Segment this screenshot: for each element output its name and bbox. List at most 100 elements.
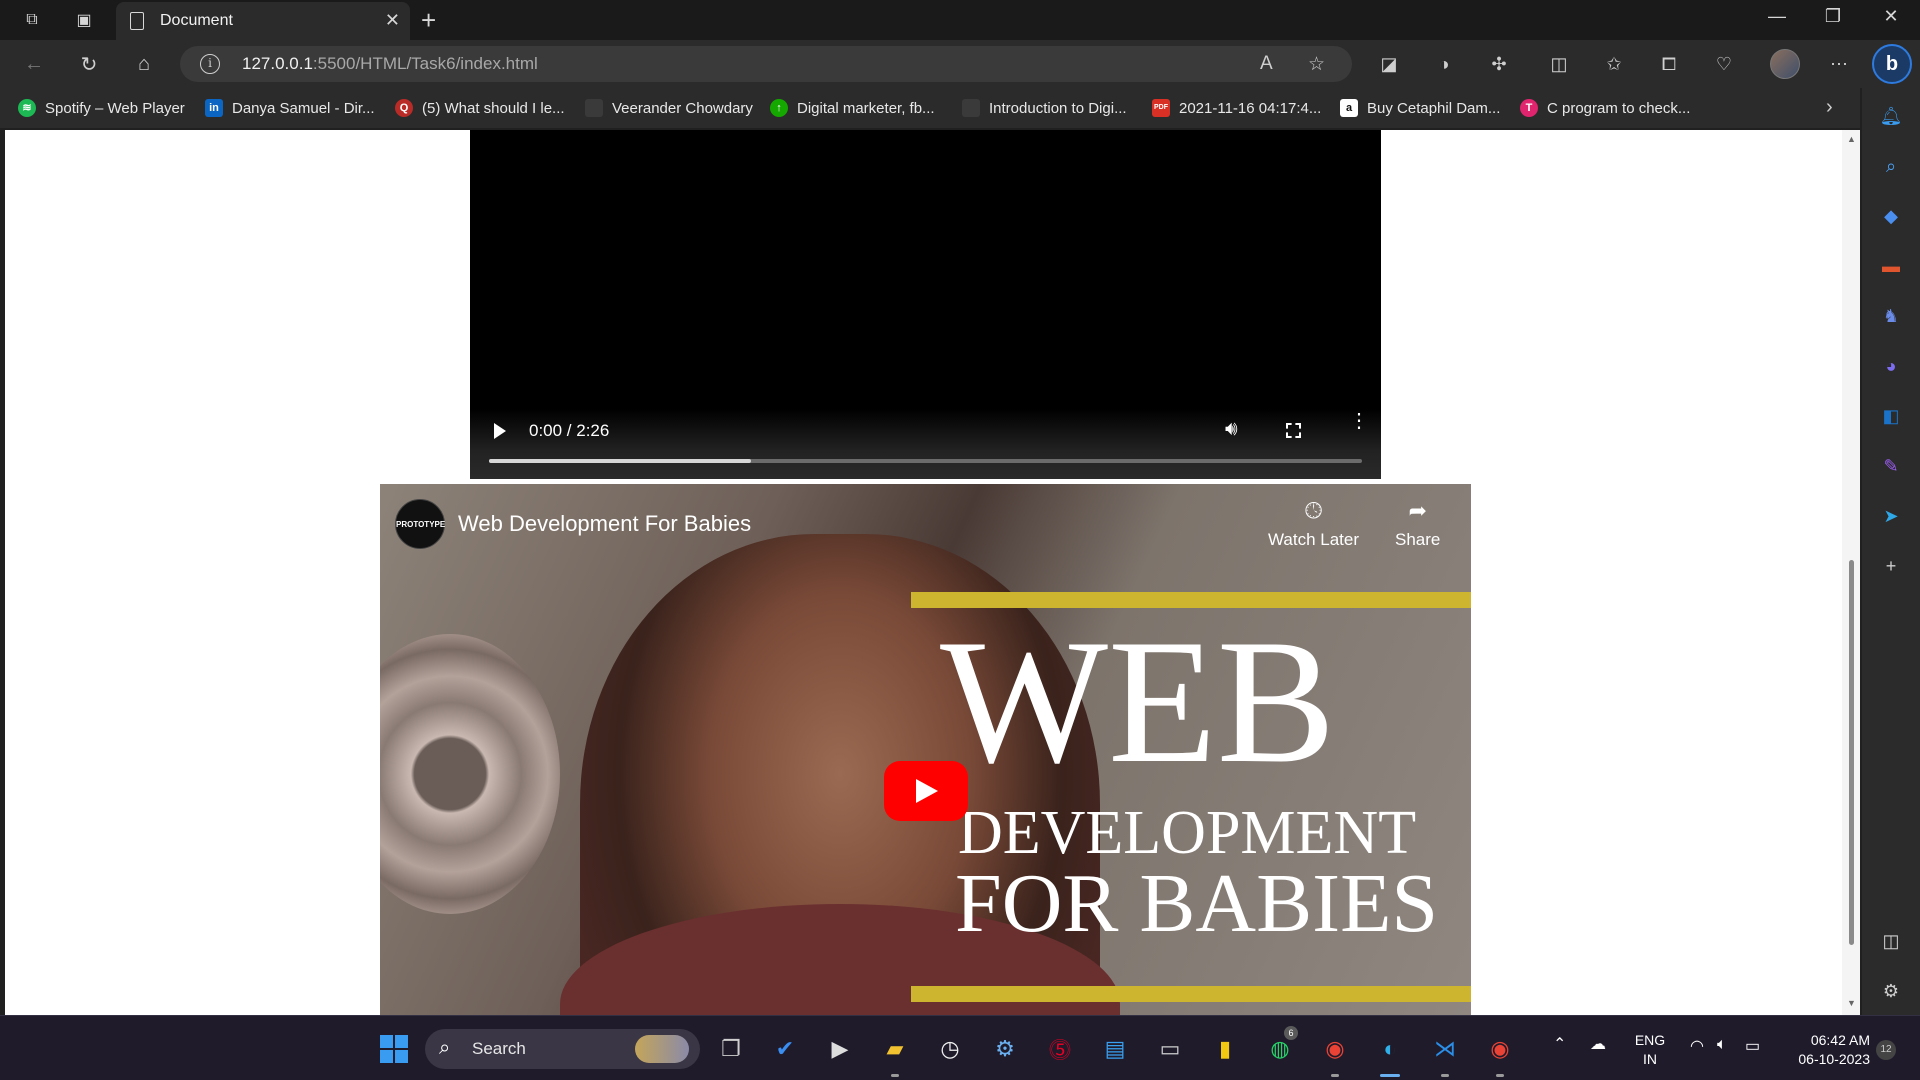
- page-icon: [962, 99, 980, 117]
- tab-actions-icon[interactable]: ▣: [72, 8, 96, 32]
- more-options-icon[interactable]: ⋮: [1349, 411, 1369, 431]
- pinterest-icon[interactable]: ⓹: [1043, 1032, 1077, 1066]
- tab-title: Document: [160, 12, 233, 29]
- browser-essentials-icon[interactable]: ♡: [1710, 50, 1738, 78]
- extension-icon[interactable]: ◪: [1375, 50, 1403, 78]
- refresh-button[interactable]: ↻: [75, 50, 103, 78]
- share-button[interactable]: ➦ Share: [1395, 498, 1440, 550]
- html5-video-player[interactable]: 0:00 / 2:26 🔊︎ ⋮: [470, 130, 1381, 479]
- close-tab-icon[interactable]: ✕: [385, 10, 400, 31]
- designer-icon[interactable]: ✎: [1879, 454, 1903, 478]
- vscode-icon[interactable]: ⋊: [1428, 1032, 1462, 1066]
- url-text[interactable]: 127.0.0.1:5500/HTML/Task6/index.html: [242, 54, 538, 74]
- favorite-item[interactable]: Q (5) What should I le...: [395, 97, 565, 119]
- scroll-up-icon[interactable]: ▲: [1847, 134, 1856, 144]
- favorites-icon[interactable]: ✩: [1600, 50, 1628, 78]
- play-icon[interactable]: [494, 423, 506, 439]
- extension-icon[interactable]: ◑: [1430, 50, 1458, 78]
- minimize-button[interactable]: —: [1754, 6, 1800, 27]
- bing-copilot-icon[interactable]: b: [1872, 44, 1912, 84]
- start-button[interactable]: [380, 1035, 408, 1063]
- running-indicator: [1331, 1074, 1339, 1077]
- page-scrollbar[interactable]: ▲ ▼: [1842, 130, 1860, 1015]
- watch-later-button[interactable]: 🕓︎ Watch Later: [1268, 498, 1359, 550]
- media-player-icon[interactable]: ▶: [823, 1032, 857, 1066]
- drop-icon[interactable]: ➤: [1879, 504, 1903, 528]
- chevron-right-icon[interactable]: ›: [1826, 96, 1833, 119]
- more-menu-icon[interactable]: ⋯: [1825, 50, 1853, 78]
- tab-document[interactable]: Document ✕: [116, 2, 410, 40]
- read-aloud-icon[interactable]: A: [1260, 53, 1273, 75]
- favorite-item[interactable]: a Buy Cetaphil Dam...: [1340, 97, 1500, 119]
- fullscreen-icon[interactable]: [1286, 423, 1301, 438]
- battery-icon[interactable]: ▭: [1745, 1036, 1760, 1056]
- chevron-up-icon[interactable]: ⌃: [1553, 1034, 1566, 1054]
- chrome-profile-icon[interactable]: ◉: [1483, 1032, 1517, 1066]
- system-clock[interactable]: 06:42 AM 06-10-2023: [1770, 1031, 1870, 1069]
- speaker-icon[interactable]: 🔈︎: [1717, 1036, 1727, 1054]
- shopping-tag-icon[interactable]: ◆: [1879, 204, 1903, 228]
- address-bar[interactable]: i 127.0.0.1:5500/HTML/Task6/index.html A…: [180, 46, 1352, 82]
- home-button[interactable]: ⌂: [130, 50, 158, 78]
- page-icon: [585, 99, 603, 117]
- tools-icon[interactable]: ▬: [1879, 254, 1903, 278]
- favorite-item[interactable]: ↑ Digital marketer, fb...: [770, 97, 935, 119]
- bell-icon[interactable]: 🔔︎: [1879, 104, 1903, 128]
- add-icon[interactable]: +: [1879, 554, 1903, 578]
- tpoint-icon: T: [1520, 99, 1538, 117]
- settings-gear-icon[interactable]: ⚙: [1879, 979, 1903, 1003]
- favorite-item[interactable]: Veerander Chowdary: [585, 97, 753, 119]
- hide-sidebar-icon[interactable]: ◫: [1879, 929, 1903, 953]
- video-buffered-bar: [489, 459, 751, 463]
- site-info-icon[interactable]: i: [200, 54, 220, 74]
- channel-logo[interactable]: PROTOTYPE: [395, 499, 445, 549]
- terminal-icon[interactable]: ▭: [1153, 1032, 1187, 1066]
- youtube-play-button[interactable]: [884, 761, 968, 821]
- clock-app-icon[interactable]: ◷: [933, 1032, 967, 1066]
- notification-count[interactable]: 12: [1876, 1040, 1896, 1060]
- pdf-icon: PDF: [1152, 99, 1170, 117]
- notepad-icon[interactable]: ▤: [1098, 1032, 1132, 1066]
- favorite-star-icon[interactable]: ☆: [1308, 53, 1325, 76]
- scrollbar-thumb[interactable]: [1849, 560, 1854, 945]
- outlook-icon[interactable]: ◧: [1879, 404, 1903, 428]
- video-controls: 0:00 / 2:26 🔊︎ ⋮: [470, 409, 1381, 479]
- collections-icon[interactable]: ⧠: [1655, 50, 1683, 78]
- settings-icon[interactable]: ⚙: [988, 1032, 1022, 1066]
- video-progress-track[interactable]: [489, 459, 1362, 463]
- scroll-down-icon[interactable]: ▼: [1847, 998, 1856, 1008]
- copilot-icon[interactable]: ◕: [1879, 354, 1903, 378]
- edge-icon[interactable]: ◐: [1373, 1032, 1407, 1066]
- new-tab-button[interactable]: +: [421, 5, 436, 36]
- profile-avatar[interactable]: [1770, 49, 1800, 79]
- task-view-icon[interactable]: ❐: [714, 1032, 748, 1066]
- chrome-icon[interactable]: ◉: [1318, 1032, 1352, 1066]
- running-indicator: [891, 1074, 899, 1077]
- favorite-item[interactable]: Introduction to Digi...: [962, 97, 1127, 119]
- favorite-item[interactable]: in Danya Samuel - Dir...: [205, 97, 375, 119]
- todo-icon[interactable]: ✔: [768, 1032, 802, 1066]
- power-bi-icon[interactable]: ▮: [1208, 1032, 1242, 1066]
- extensions-puzzle-icon[interactable]: ✣: [1485, 50, 1513, 78]
- youtube-embed[interactable]: WEB DEVELOPMENT FOR BABIES PROTOTYPE Web…: [380, 484, 1471, 1015]
- favorite-item[interactable]: ≋ Spotify – Web Player: [18, 97, 185, 119]
- wifi-icon[interactable]: ◠: [1690, 1036, 1704, 1056]
- volume-icon[interactable]: 🔊︎: [1225, 418, 1238, 441]
- upwork-icon: ↑: [770, 99, 788, 117]
- workspaces-icon[interactable]: ⧉: [20, 8, 44, 32]
- language-indicator[interactable]: ENG IN: [1630, 1031, 1670, 1069]
- taskbar-search[interactable]: ⌕ Search: [425, 1029, 700, 1069]
- restore-button[interactable]: ❐: [1810, 6, 1856, 27]
- games-icon[interactable]: ♞: [1879, 304, 1903, 328]
- close-window-button[interactable]: ✕: [1868, 6, 1914, 27]
- quora-icon: Q: [395, 99, 413, 117]
- onedrive-icon[interactable]: ☁: [1590, 1034, 1606, 1054]
- back-button[interactable]: ←: [20, 50, 48, 78]
- search-icon[interactable]: ⌕: [1879, 154, 1903, 178]
- favorite-item[interactable]: PDF 2021-11-16 04:17:4...: [1152, 97, 1321, 119]
- favorite-item[interactable]: TC program to check...: [1520, 97, 1690, 119]
- split-screen-icon[interactable]: ◫: [1545, 50, 1573, 78]
- file-explorer-icon[interactable]: ▰: [878, 1032, 912, 1066]
- search-label: Search: [472, 1039, 526, 1058]
- youtube-video-title[interactable]: Web Development For Babies: [458, 511, 751, 537]
